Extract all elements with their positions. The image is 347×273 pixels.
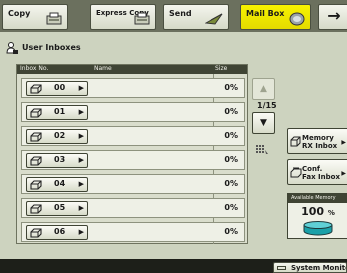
memory-rx-inbox-icon [290,136,301,149]
inbox-number: 04 [54,179,66,188]
system-monitor-button[interactable]: System Monitor [273,262,347,273]
memory-value-unit: % [327,209,335,217]
memory-value-number: 100 [301,205,325,218]
header-size: Size [215,65,228,72]
caret-right-icon: ▶ [341,170,346,177]
send-icon [204,12,223,27]
inbox-row: 06 ▶ 0% [21,222,245,242]
mailbox-icon [289,12,305,28]
caret-right-icon: ▶ [78,228,84,236]
available-memory-panel: Available Memory 100 % [287,193,347,239]
memory-rx-inbox-button[interactable]: Memory RX Inbox ▶ [287,128,347,154]
inbox-button-00[interactable]: 00 ▶ [26,81,88,96]
monitor-icon [277,266,286,270]
header-inbox-no: Inbox No. [20,65,49,72]
caret-right-icon: ▶ [78,156,84,164]
memory-rx-inbox-label: Memory RX Inbox [302,134,338,150]
inbox-tray-icon [30,156,42,168]
caret-right-icon: ▶ [78,180,84,188]
memory-disk-icon [303,221,333,238]
user-inbox-icon [6,42,18,56]
inbox-row: 02 ▶ 0% [21,126,245,146]
scroll-up-button[interactable]: ▲ [252,78,275,100]
inbox-size: 0% [224,155,238,164]
tab-copy-label: Copy [8,9,31,18]
inbox-row: 04 ▶ 0% [21,174,245,194]
conf-fax-inbox-button[interactable]: Conf. Fax Inbox ▶ [287,159,347,185]
inbox-tray-icon [30,132,42,144]
caret-right-icon: ▶ [341,139,346,146]
inbox-row: 03 ▶ 0% [21,150,245,170]
inbox-tray-icon [30,180,42,192]
tab-mailbox[interactable]: Mail Box [240,4,311,30]
inbox-button-01[interactable]: 01 ▶ [26,105,88,120]
system-monitor-label: System Monitor [291,264,346,272]
header-name: Name [94,65,112,72]
inbox-size: 0% [224,203,238,212]
page-title: User Inboxes [22,43,81,52]
next-tabs-arrow-button[interactable]: → [318,4,347,30]
numeric-keypad-icon[interactable] [256,145,268,157]
inbox-tray-icon [30,228,42,240]
tab-mailbox-label: Mail Box [246,9,285,18]
inbox-size: 0% [224,179,238,188]
inbox-list-header: Inbox No. Name Size [17,65,247,74]
scroll-down-button[interactable]: ▼ [252,112,275,134]
inbox-button-06[interactable]: 06 ▶ [26,225,88,240]
inbox-tray-icon [30,84,42,96]
inbox-button-02[interactable]: 02 ▶ [26,129,88,144]
inbox-number: 05 [54,203,66,212]
express-copy-icon [134,12,150,27]
inbox-size: 0% [224,83,238,92]
inbox-button-05[interactable]: 05 ▶ [26,201,88,216]
inbox-number: 03 [54,155,66,164]
inbox-button-03[interactable]: 03 ▶ [26,153,88,168]
inbox-size: 0% [224,227,238,236]
inbox-row: 01 ▶ 0% [21,102,245,122]
conf-fax-inbox-icon [290,167,302,180]
page-indicator: 1/15 [257,101,277,110]
tab-copy[interactable]: Copy [2,4,68,30]
tab-send[interactable]: Send [163,4,229,30]
caret-right-icon: ▶ [78,108,84,116]
inbox-tray-icon [30,204,42,216]
caret-right-icon: ▶ [78,84,84,92]
inbox-number: 00 [54,83,66,92]
inbox-number: 01 [54,107,66,116]
copy-icon [46,12,62,27]
available-memory-label: Available Memory [288,194,347,203]
inbox-tray-icon [30,108,42,120]
inbox-button-04[interactable]: 04 ▶ [26,177,88,192]
tab-express-copy[interactable]: Express Copy [90,4,156,30]
function-tab-bar: Copy Express Copy Send Mail Box → [0,0,347,32]
inbox-number: 06 [54,227,66,236]
caret-right-icon: ▶ [78,204,84,212]
conf-fax-inbox-label: Conf. Fax Inbox [302,165,340,181]
inbox-list: Inbox No. Name Size 00 ▶ 0% 01 ▶ 0% 02 ▶… [16,64,248,244]
inbox-size: 0% [224,107,238,116]
tab-send-label: Send [169,9,192,18]
inbox-row: 05 ▶ 0% [21,198,245,218]
caret-right-icon: ▶ [78,132,84,140]
available-memory-value: 100 % [288,205,347,218]
inbox-number: 02 [54,131,66,140]
inbox-size: 0% [224,131,238,140]
inbox-row: 00 ▶ 0% [21,78,245,98]
